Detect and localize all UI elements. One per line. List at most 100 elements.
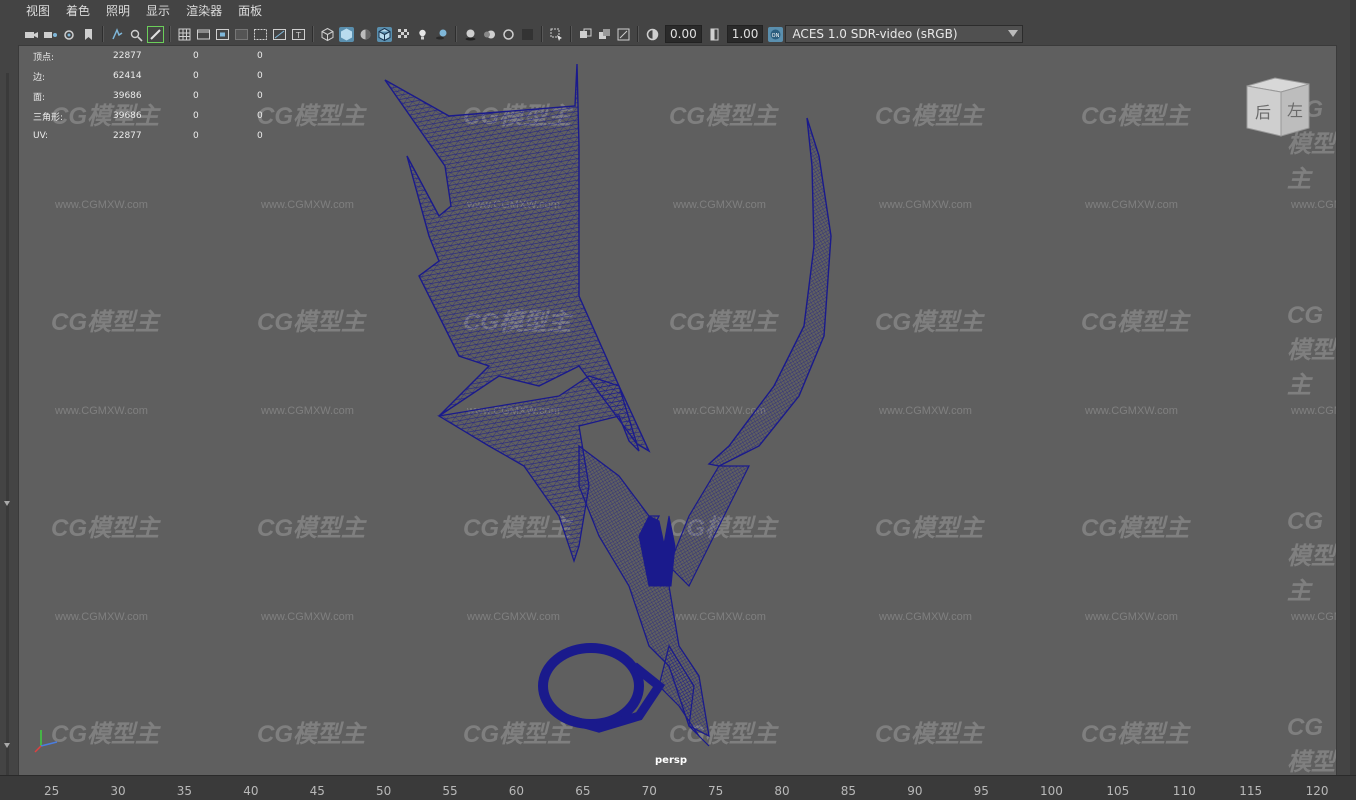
ruler-tick-label: 65 [575,784,591,798]
ruler-tick-label: 55 [442,784,458,798]
hud-value: 22877 [113,51,142,61]
hud-label: UV: [33,131,49,141]
use-all-lights-icon[interactable] [415,27,430,42]
hud-total: 0 [257,91,263,101]
exposure-field[interactable]: 0.00 [665,25,702,43]
hud-label: 顶点: [33,52,55,63]
grease-pencil-icon[interactable] [147,25,164,43]
view-transform-icon[interactable]: ON [768,26,784,42]
hud-label: 边: [33,72,46,83]
anti-aliasing-icon[interactable] [501,27,516,42]
hud-selected: 0 [193,51,199,61]
right-wing [707,117,832,467]
xray-icon[interactable] [578,27,593,42]
dragon-wireframe-model[interactable] [19,46,1336,775]
hud-value: 39686 [113,91,142,101]
hud-row-vertices: 顶点: 22877 0 0 [33,46,321,66]
menu-shading[interactable]: 着色 [58,0,98,22]
xray-active-components-icon[interactable] [597,27,612,42]
viewcube-left-face[interactable]: 左 [1287,101,1303,120]
menu-view[interactable]: 视图 [0,0,58,22]
viewcube[interactable]: 后 左 [1245,74,1311,138]
ruler-tick-label: 35 [176,784,193,798]
hud-row-triangles: 三角形: 39686 0 0 [33,106,321,126]
screen-space-ao-icon[interactable] [463,27,478,42]
camera-attributes-icon[interactable] [43,27,58,42]
right-edge-strip [1336,0,1356,775]
xray-joints-icon[interactable] [616,27,631,42]
ruler-tick-label: 100 [1040,784,1063,798]
hud-total: 0 [257,131,263,141]
exposure-icon[interactable] [645,27,660,42]
persp-viewport[interactable]: CG模型主CG模型主CG模型主CG模型主CG模型主CG模型主CG模型主CG模型主… [18,45,1337,776]
resolution-gate-icon[interactable] [215,27,230,42]
hud-selected: 0 [193,91,199,101]
colorspace-value: ACES 1.0 SDR-video (sRGB) [792,27,958,41]
left-edge-strip [0,45,18,775]
bookmark-icon[interactable] [81,27,96,42]
ruler-tick-label: 80 [774,784,790,798]
ruler-tick-label: 110 [1172,784,1196,798]
hud-selected: 0 [193,131,199,141]
toolbar-divider [637,26,639,42]
ruler-tick-label: 50 [376,784,392,798]
hud-label: 面: [33,92,46,103]
default-material-icon[interactable] [358,27,373,42]
toolbar-divider [570,26,572,42]
hud-row-uvs: UV: 22877 0 0 [33,126,321,146]
ruler-tick-label: 60 [508,784,525,798]
ruler-tick-label: 95 [973,784,989,798]
ruler-tick-label: 25 [44,784,60,798]
toolbar-divider [541,26,543,42]
chevron-down-icon [1008,27,1019,41]
select-camera-icon[interactable] [24,27,39,42]
colorspace-dropdown[interactable]: ACES 1.0 SDR-video (sRGB) [785,25,1024,43]
grid-icon[interactable] [177,27,192,42]
toolbar-divider [455,26,457,42]
panel-toolbar: T 0.00 1.00 ON ACES 1.0 SDR-video (sRGB) [0,22,1356,46]
bookmark-camera-icon[interactable] [62,27,77,42]
safe-title-icon[interactable]: T [291,27,306,42]
viewcube-back-face[interactable]: 后 [1255,103,1271,122]
textured-icon[interactable] [396,27,411,42]
gamma-field[interactable]: 1.00 [726,25,764,43]
wireframe-on-shaded-icon[interactable] [377,26,392,42]
image-plane-icon[interactable] [110,27,125,42]
2d-pan-zoom-icon[interactable] [129,27,144,42]
menu-renderer[interactable]: 渲染器 [178,0,230,22]
menu-panels[interactable]: 面板 [230,0,270,22]
depth-of-field-icon[interactable] [520,27,535,42]
hud-total: 0 [257,71,263,81]
film-gate-icon[interactable] [196,27,211,42]
hud-selected: 0 [193,71,199,81]
poly-count-hud: 顶点: 22877 0 0 边: 62414 0 0 面: 39686 0 0 … [33,46,321,146]
wireframe-icon[interactable] [320,27,335,42]
menu-show[interactable]: 显示 [138,0,178,22]
menu-lighting[interactable]: 照明 [98,0,138,22]
axis-gizmo-icon [34,730,58,753]
safe-action-icon[interactable] [272,27,287,42]
ruler-tick-label: 45 [309,784,325,798]
field-chart-icon[interactable] [253,27,268,42]
ruler-tick-label: 70 [641,784,657,798]
ruler-tick-label: 40 [243,784,259,798]
motion-blur-icon[interactable] [482,27,497,42]
ruler-tick-label: 90 [907,784,923,798]
time-slider-ruler[interactable]: 25 30 35 40 45 50 55 60 65 70 75 80 85 90 95 100 105 110 1… [0,775,1356,800]
hud-total: 0 [257,51,263,61]
svg-text:T: T [295,31,301,40]
ruler-tick-label: 105 [1106,784,1130,798]
ruler-tick-label: 75 [708,784,724,798]
ruler-tick-label: 115 [1239,784,1263,798]
gamma-icon[interactable] [707,27,722,42]
toolbar-divider [102,26,104,42]
shadows-icon[interactable] [434,27,449,42]
hud-value: 39686 [113,111,142,121]
gate-mask-icon[interactable] [234,27,249,42]
hud-row-edges: 边: 62414 0 0 [33,66,321,86]
camera-name-label: persp [655,755,687,766]
smooth-shade-icon[interactable] [339,26,354,42]
hud-row-faces: 面: 39686 0 0 [33,86,321,106]
isolate-select-icon[interactable] [549,27,564,42]
panel-menubar: 视图 着色 照明 显示 渲染器 面板 [0,0,1356,22]
